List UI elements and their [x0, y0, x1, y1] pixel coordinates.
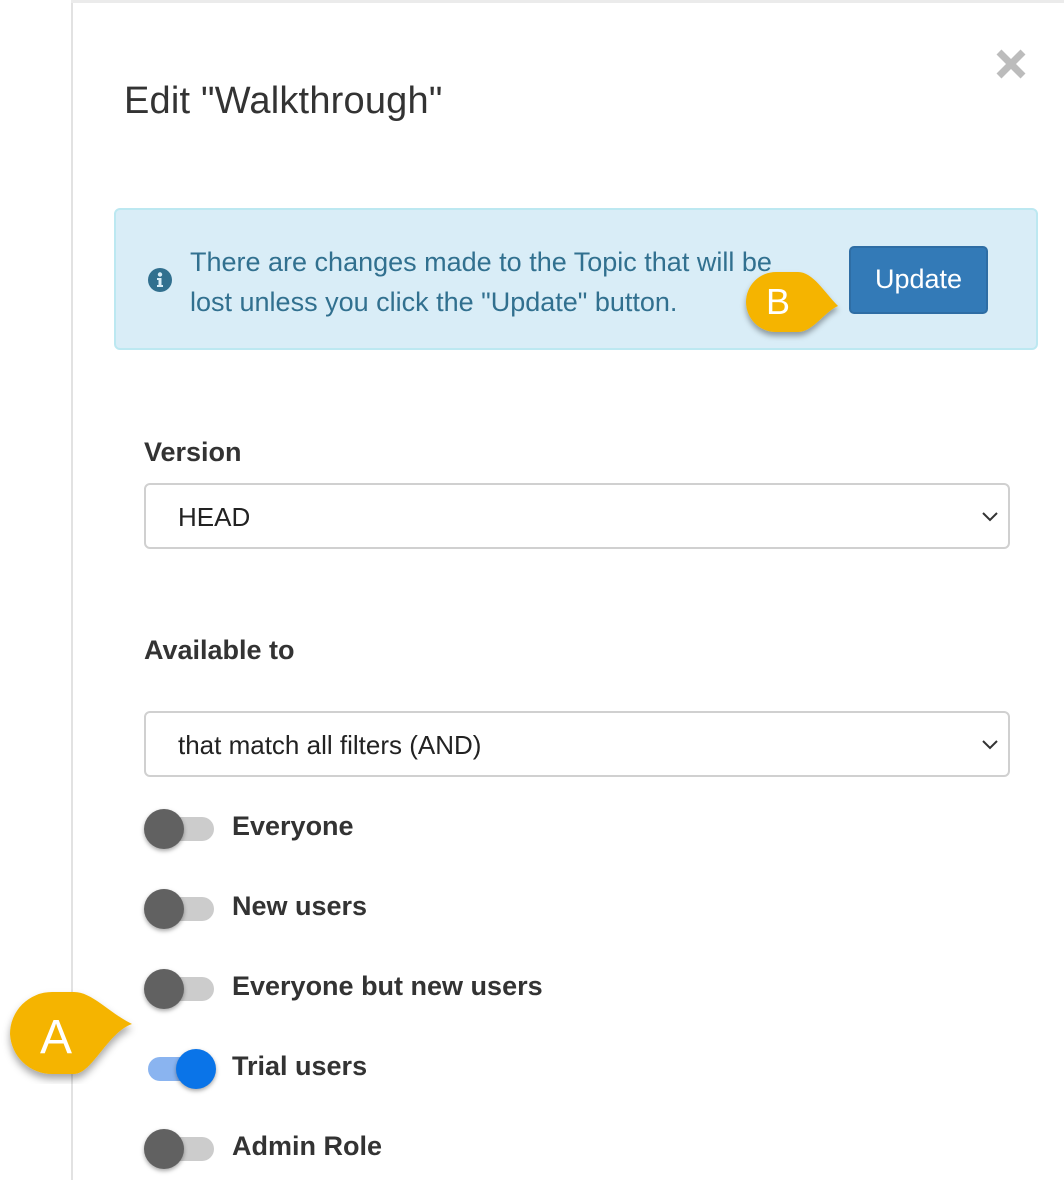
alert-message-line-2: lost unless you click the "Update" butto… [190, 287, 678, 317]
alert-message-line-1: There are changes made to the Topic that… [190, 247, 772, 277]
toggle-knob [144, 889, 184, 929]
toggle-switch-everyone-but-new-users[interactable] [144, 967, 218, 1011]
toggle-row-everyone: Everyone [144, 807, 744, 857]
toggle-knob [144, 969, 184, 1009]
toggle-knob [144, 1129, 184, 1169]
toggle-label-new-users: New users [232, 891, 368, 921]
toggle-switch-trial-users[interactable] [144, 1047, 218, 1091]
chevron-down-icon [980, 506, 1000, 526]
toggle-knob [176, 1049, 216, 1089]
filter-mode-select[interactable]: that match all filters (AND) [144, 711, 1010, 777]
callout-a-letter: A [39, 1011, 72, 1064]
toggle-switch-admin-role[interactable] [144, 1127, 218, 1171]
toggle-row-admin-role: Admin Role [144, 1127, 744, 1177]
toggle-row-everyone-but-new-users: Everyone but new users [144, 967, 744, 1017]
toggle-label-everyone-but-new-users: Everyone but new users [232, 971, 543, 1001]
unsaved-changes-alert: There are changes made to the Topic that… [114, 208, 1038, 350]
alert-message: There are changes made to the Topic that… [190, 242, 830, 322]
version-label: Version [144, 437, 242, 467]
toggle-switch-new-users[interactable] [144, 887, 218, 931]
callout-b-letter: B [765, 281, 790, 322]
close-icon[interactable] [992, 45, 1030, 83]
toggle-label-trial-users: Trial users [232, 1051, 368, 1081]
toggle-row-trial-users: Trial users [144, 1047, 744, 1097]
callout-a-marker: A [0, 984, 140, 1084]
available-to-label: Available to [144, 635, 295, 665]
callout-b-marker: B [738, 268, 848, 344]
toggle-knob [144, 809, 184, 849]
panel-top-border [71, 0, 1064, 3]
dialog-title: Edit "Walkthrough" [124, 80, 443, 122]
filter-mode-select-value: that match all filters (AND) [178, 730, 482, 760]
toggle-label-admin-role: Admin Role [232, 1131, 383, 1161]
update-button[interactable]: Update [849, 246, 988, 314]
version-select[interactable]: HEAD [144, 483, 1010, 549]
toggle-row-new-users: New users [144, 887, 744, 937]
info-circle-icon [148, 268, 172, 292]
toggle-label-everyone: Everyone [232, 811, 354, 841]
version-select-value: HEAD [178, 502, 251, 532]
chevron-down-icon [980, 734, 1000, 754]
toggle-switch-everyone[interactable] [144, 807, 218, 851]
